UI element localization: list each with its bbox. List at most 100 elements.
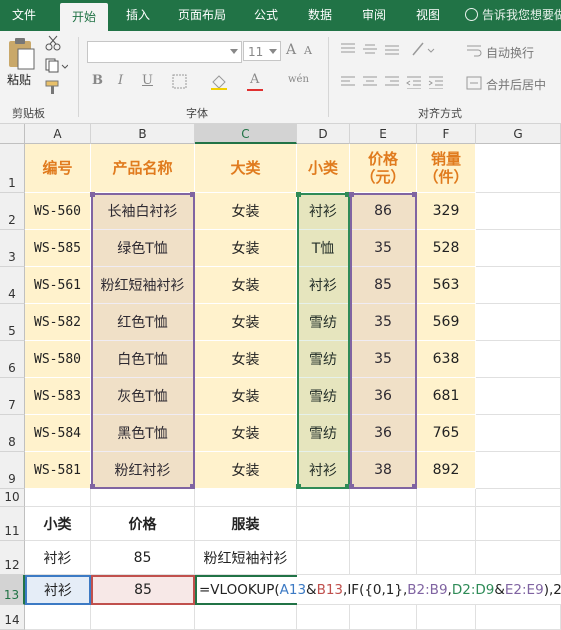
table-cell[interactable]: 528 [417,230,476,267]
paste-label[interactable]: 粘贴 [7,71,31,88]
table-cell[interactable]: 35 [350,304,417,341]
table-cell[interactable]: 雪纺 [297,378,350,415]
table-cell[interactable]: 灰色T恤 [91,378,195,415]
cell[interactable] [476,452,561,489]
cell[interactable] [476,144,561,193]
table-cell[interactable]: 衬衫 [297,452,350,489]
cell[interactable] [350,541,417,575]
row-header[interactable]: 8 [0,415,25,452]
font-size-up-button[interactable]: A [286,42,296,58]
paste-icon[interactable] [6,37,36,71]
table-cell[interactable]: 女装 [195,267,297,304]
formula-cell[interactable]: =VLOOKUP(A13 & B13 ,IF({0,1}, B2:B9, D2:D9 & E2… [195,575,561,605]
cell[interactable] [476,230,561,267]
font-color-button[interactable]: A [250,72,259,87]
tell-me-search[interactable]: 告诉我您想要做 [465,0,561,31]
underline-button[interactable]: U [142,73,153,88]
summary-cell[interactable]: 粉红短袖衬衫 [195,541,297,575]
align-center-icon[interactable] [362,75,378,89]
table-cell[interactable]: 569 [417,304,476,341]
merge-center-button[interactable]: 合并后居中 [486,76,546,93]
cell[interactable] [25,489,91,507]
table-cell[interactable]: 681 [417,378,476,415]
cell[interactable] [476,193,561,230]
cell[interactable] [417,541,476,575]
cell[interactable] [195,605,297,630]
column-header[interactable]: A [25,124,91,144]
align-left-icon[interactable] [340,75,356,89]
cell[interactable] [91,605,195,630]
row-header[interactable]: 7 [0,378,25,415]
wrap-text-icon[interactable] [466,44,482,58]
tab-review[interactable]: 审阅 [350,0,398,31]
cell[interactable] [417,507,476,541]
row-header[interactable]: 3 [0,230,25,267]
table-cell[interactable]: 女装 [195,230,297,267]
cell[interactable] [476,267,561,304]
table-cell[interactable]: 绿色T恤 [91,230,195,267]
table-cell[interactable]: 765 [417,415,476,452]
column-header[interactable]: F [417,124,476,144]
increase-indent-icon[interactable] [428,75,444,89]
table-cell[interactable]: WS-584 [25,415,91,452]
row-header[interactable]: 12 [0,541,25,575]
tab-insert[interactable]: 插入 [114,0,162,31]
cell[interactable] [476,378,561,415]
format-painter-icon[interactable] [44,79,62,95]
tab-home[interactable]: 开始 [60,3,108,31]
table-cell[interactable]: 雪纺 [297,415,350,452]
table-cell[interactable]: 白色T恤 [91,341,195,378]
cell[interactable] [476,415,561,452]
font-size-box[interactable]: 11 [243,41,281,61]
table-cell[interactable]: 衬衫 [297,267,350,304]
cell[interactable] [350,507,417,541]
cell[interactable] [297,489,350,507]
cell[interactable] [476,605,561,630]
table-cell[interactable]: 35 [350,230,417,267]
table-cell[interactable]: 892 [417,452,476,489]
table-cell[interactable]: 衬衫 [297,193,350,230]
orientation-icon[interactable] [410,40,436,58]
cell[interactable] [476,489,561,507]
table-cell[interactable]: 女装 [195,452,297,489]
summary-header-cell[interactable]: 价格 [91,507,195,541]
font-size-down-button[interactable]: A [304,44,312,57]
copy-icon[interactable] [44,57,68,73]
table-cell[interactable]: WS-580 [25,341,91,378]
row-header[interactable]: 11 [0,507,25,541]
table-cell[interactable]: 638 [417,341,476,378]
summary-header-cell[interactable]: 服装 [195,507,297,541]
table-cell[interactable]: 雪纺 [297,341,350,378]
row-header[interactable]: 13 [0,575,25,605]
column-header[interactable]: E [350,124,417,144]
cell[interactable] [350,605,417,630]
summary-header-cell[interactable]: 小类 [25,507,91,541]
table-cell[interactable]: 329 [417,193,476,230]
table-cell[interactable]: 女装 [195,341,297,378]
table-cell[interactable]: 86 [350,193,417,230]
summary-cell[interactable]: 85 [91,541,195,575]
table-cell[interactable]: 36 [350,415,417,452]
cell[interactable] [195,489,297,507]
table-cell[interactable]: 红色T恤 [91,304,195,341]
table-cell[interactable]: WS-560 [25,193,91,230]
table-cell[interactable]: 36 [350,378,417,415]
input-cell[interactable]: 85 [91,575,195,605]
italic-button[interactable]: I [118,73,123,88]
table-cell[interactable]: 35 [350,341,417,378]
table-cell[interactable]: 女装 [195,304,297,341]
merge-center-icon[interactable] [466,76,482,90]
column-header[interactable]: B [91,124,195,144]
table-header-cell[interactable]: 编号 [25,144,91,193]
table-cell[interactable]: WS-585 [25,230,91,267]
fill-color-icon[interactable] [210,74,228,90]
table-cell[interactable]: 女装 [195,415,297,452]
row-header[interactable]: 2 [0,193,25,230]
table-header-cell[interactable]: 销量 （件） [417,144,476,193]
cell[interactable] [25,605,91,630]
table-cell[interactable]: 雪纺 [297,304,350,341]
table-cell[interactable]: T恤 [297,230,350,267]
borders-icon[interactable] [172,74,188,90]
cut-icon[interactable] [44,35,62,51]
table-cell[interactable]: WS-582 [25,304,91,341]
